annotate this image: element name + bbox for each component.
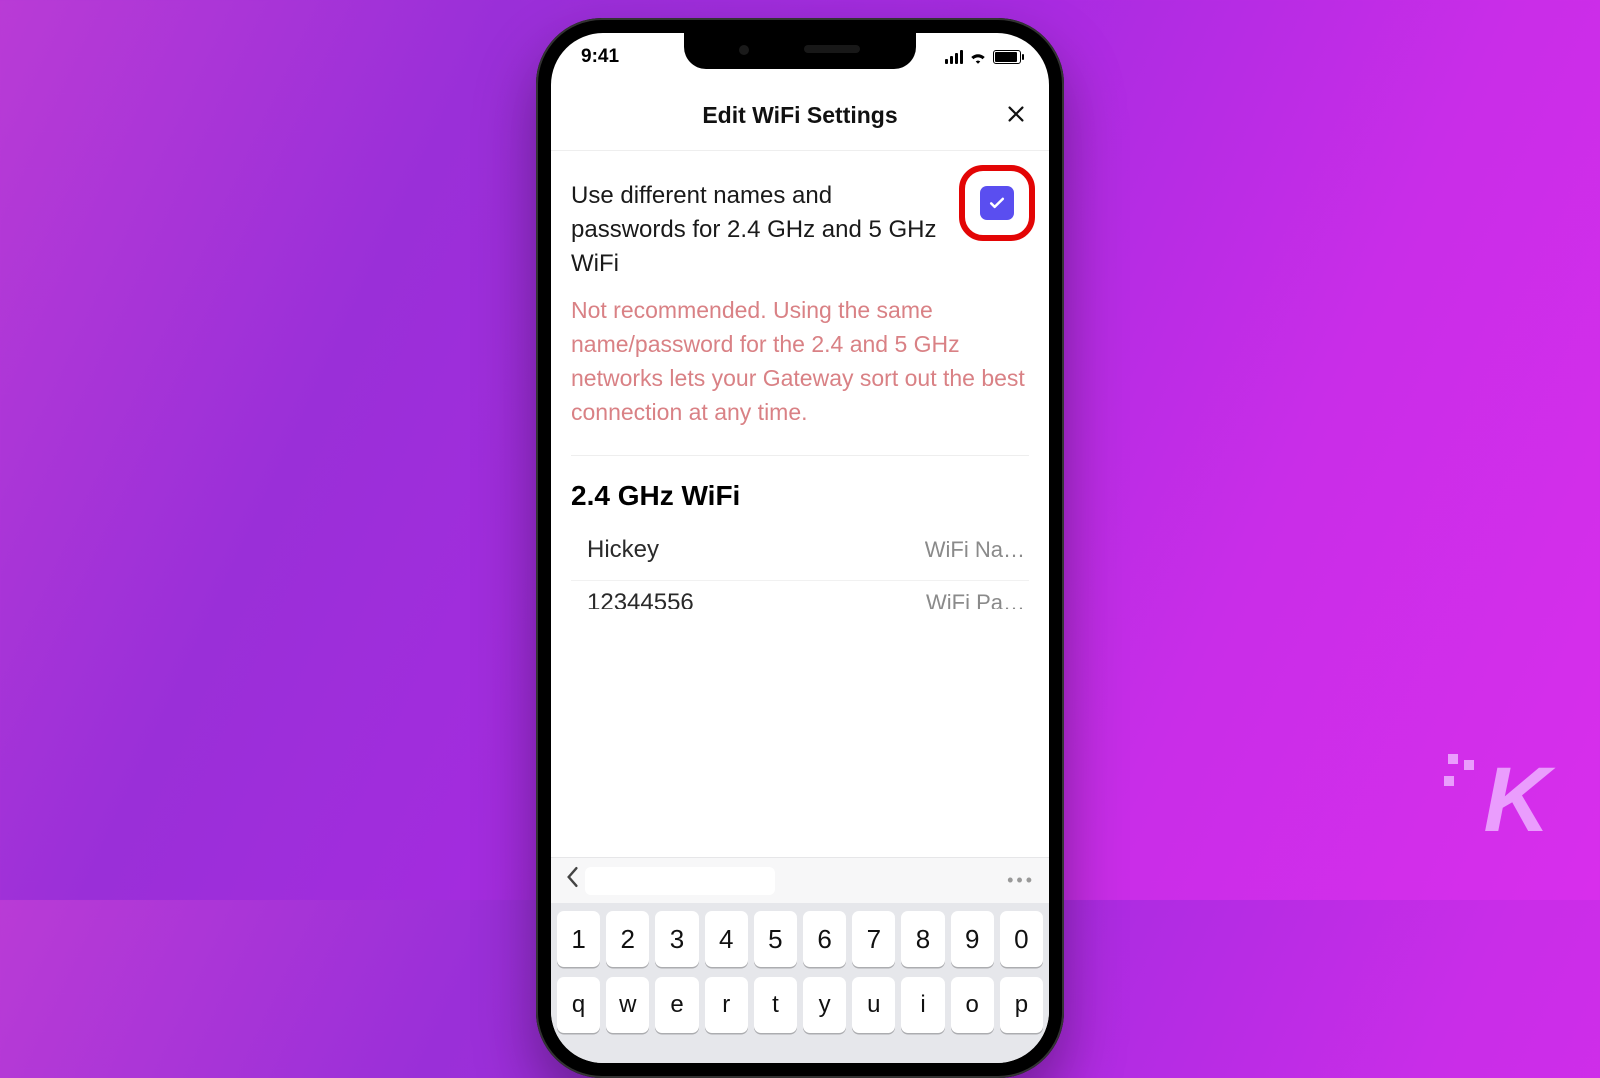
keyboard-row-numbers: 1 2 3 4 5 6 7 8 9 0 [557,911,1043,967]
keyboard-row-qwerty: q w e r t y u i o p [557,977,1043,1033]
status-time: 9:41 [581,46,619,68]
wifi-password-value: 12344556 [575,589,694,609]
phone-frame: 9:41 Edit WiFi Settings [536,18,1064,1078]
page-title: Edit WiFi Settings [702,102,897,129]
key-9[interactable]: 9 [951,911,994,967]
wifi-icon [969,50,987,64]
phone-bezel: 9:41 Edit WiFi Settings [548,30,1052,1066]
wifi-name-field[interactable]: Hickey WiFi Na… [571,520,1029,581]
key-t[interactable]: t [754,977,797,1033]
watermark: K [1484,754,1546,846]
warning-text: Not recommended. Using the same name/pas… [571,293,1029,456]
key-3[interactable]: 3 [655,911,698,967]
phone-notch [684,33,916,69]
close-icon [1005,103,1027,125]
key-y[interactable]: y [803,977,846,1033]
split-bands-label: Use different names and passwords for 2.… [571,179,937,281]
key-i[interactable]: i [901,977,944,1033]
cellular-icon [945,50,963,64]
close-button[interactable] [1005,103,1027,129]
wifi-name-value: Hickey [575,536,659,564]
key-2[interactable]: 2 [606,911,649,967]
keyboard-more-button[interactable]: ••• [1007,870,1035,891]
battery-icon [993,50,1021,64]
key-7[interactable]: 7 [852,911,895,967]
watermark-dots [1448,742,1468,768]
split-bands-toggle-row: Use different names and passwords for 2.… [571,179,1029,281]
check-icon [987,193,1007,213]
keyboard: 1 2 3 4 5 6 7 8 9 0 q w e r t y [551,903,1049,1063]
keyboard-suggestion[interactable] [585,867,775,895]
wifi-password-label: WiFi Pa… [926,590,1025,609]
key-q[interactable]: q [557,977,600,1033]
status-icons [945,50,1021,64]
key-u[interactable]: u [852,977,895,1033]
key-8[interactable]: 8 [901,911,944,967]
watermark-letter: K [1484,749,1546,851]
key-p[interactable]: p [1000,977,1043,1033]
key-5[interactable]: 5 [754,911,797,967]
content-area: Use different names and passwords for 2.… [551,151,1049,609]
key-e[interactable]: e [655,977,698,1033]
section-title-24ghz: 2.4 GHz WiFi [571,480,1029,512]
key-4[interactable]: 4 [705,911,748,967]
keyboard-back-button[interactable] [565,866,579,895]
page-header: Edit WiFi Settings [551,81,1049,151]
highlight-ring [959,165,1035,241]
key-1[interactable]: 1 [557,911,600,967]
chevron-left-icon [565,866,579,888]
key-o[interactable]: o [951,977,994,1033]
split-bands-checkbox[interactable] [980,186,1014,220]
key-0[interactable]: 0 [1000,911,1043,967]
key-r[interactable]: r [705,977,748,1033]
wifi-password-field[interactable]: 12344556 WiFi Pa… [571,581,1029,609]
phone-screen: 9:41 Edit WiFi Settings [551,33,1049,1063]
key-w[interactable]: w [606,977,649,1033]
wifi-name-label: WiFi Na… [925,537,1025,563]
keyboard-toolbar: ••• [551,857,1049,903]
key-6[interactable]: 6 [803,911,846,967]
